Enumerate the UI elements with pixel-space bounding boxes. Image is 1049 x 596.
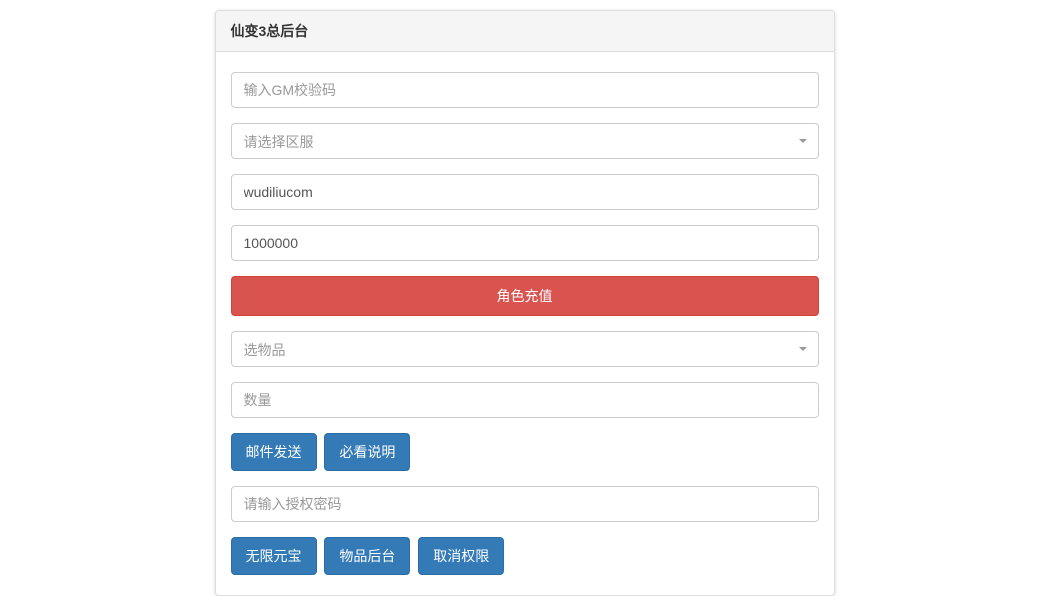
admin-panel: 仙变3总后台 请选择区服 角色充值 选物品 邮件发送 必看说明 无限元宝 物品后… [215,10,835,596]
unlimited-yuanbao-button[interactable]: 无限元宝 [231,537,317,575]
item-backend-button[interactable]: 物品后台 [324,537,410,575]
chevron-down-icon [799,139,807,143]
username-input[interactable] [231,174,819,210]
auth-password-input[interactable] [231,486,819,522]
recharge-button[interactable]: 角色充值 [231,276,819,316]
item-select-placeholder: 选物品 [231,331,819,367]
gm-code-input[interactable] [231,72,819,108]
cancel-permission-button[interactable]: 取消权限 [418,537,504,575]
permission-button-row: 无限元宝 物品后台 取消权限 [231,537,819,580]
mail-button-row: 邮件发送 必看说明 [231,433,819,486]
item-select[interactable]: 选物品 [231,331,819,367]
amount-input[interactable] [231,225,819,261]
must-read-info-button[interactable]: 必看说明 [324,433,410,471]
server-select[interactable]: 请选择区服 [231,123,819,159]
panel-title: 仙变3总后台 [216,11,834,52]
quantity-input[interactable] [231,382,819,418]
chevron-down-icon [799,347,807,351]
panel-body: 请选择区服 角色充值 选物品 邮件发送 必看说明 无限元宝 物品后台 取消权限 [216,52,834,595]
server-select-placeholder: 请选择区服 [231,123,819,159]
send-mail-button[interactable]: 邮件发送 [231,433,317,471]
